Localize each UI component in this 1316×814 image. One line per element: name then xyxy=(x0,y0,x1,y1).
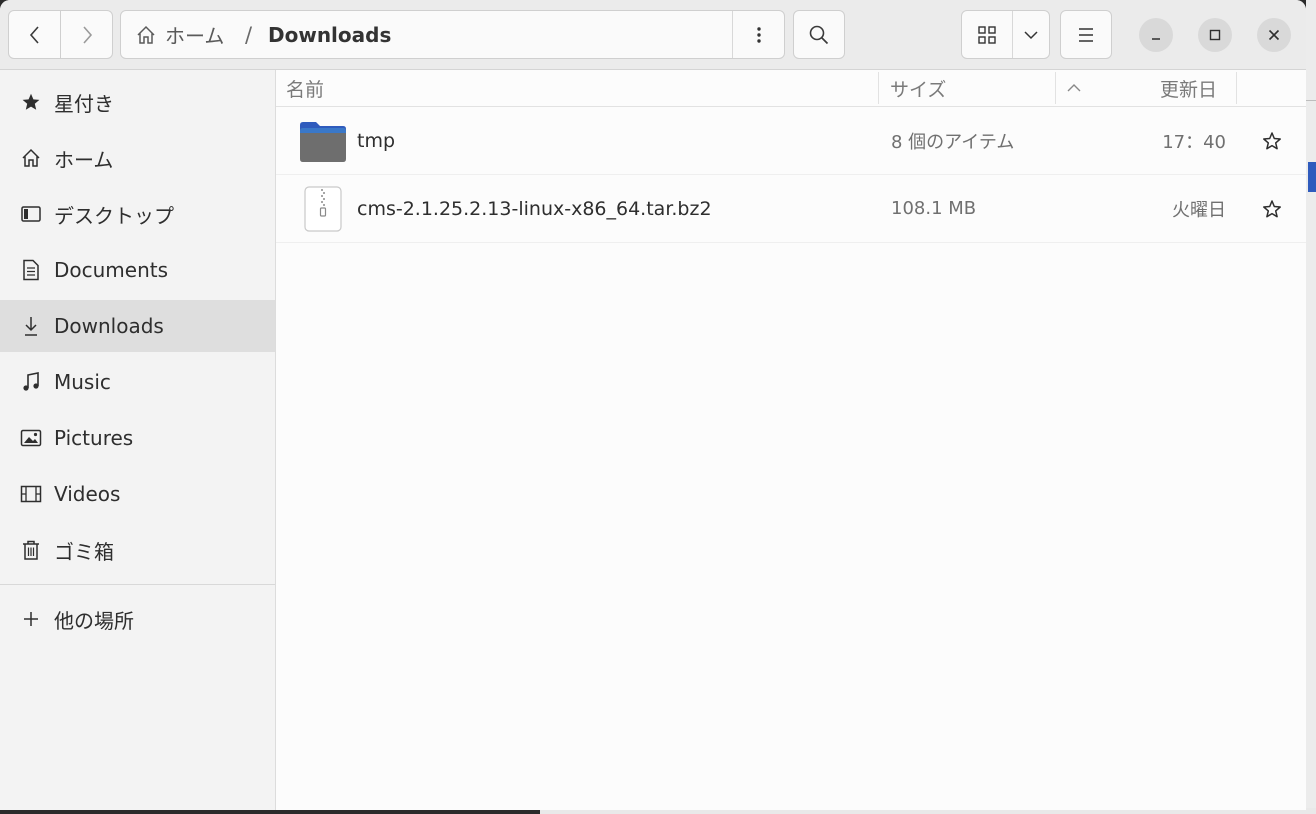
forward-button[interactable] xyxy=(60,10,113,59)
sidebar-item-pictures[interactable]: Pictures xyxy=(0,412,275,464)
home-icon xyxy=(137,25,155,44)
sidebar-item-home[interactable]: ホーム xyxy=(0,132,275,184)
sidebar-item-label: 他の場所 xyxy=(54,608,134,633)
grid-view-button[interactable] xyxy=(962,11,1014,58)
column-header-modified[interactable]: 更新日 xyxy=(1160,70,1217,106)
file-manager-window: ホーム / Downloads 星付き ホーム デスクトップ Documents… xyxy=(0,0,1306,810)
file-list-view: 名前 サイズ 更新日 tmp 8 個のアイテム 17：40 cms-2.1.25… xyxy=(276,70,1306,810)
sidebar-item-music[interactable]: Music xyxy=(0,356,275,408)
chevron-left-icon xyxy=(29,25,39,44)
folder-icon xyxy=(298,107,348,174)
view-toggle-group xyxy=(961,10,1050,59)
path-bar: ホーム / Downloads xyxy=(120,10,785,59)
sidebar-item-label: Music xyxy=(54,370,111,394)
file-modified: 火曜日 xyxy=(1172,199,1226,221)
video-icon xyxy=(20,468,42,520)
search-icon xyxy=(809,25,829,44)
sidebar-item-label: 星付き xyxy=(54,91,114,116)
trash-icon xyxy=(20,524,42,576)
grid-icon xyxy=(978,25,996,44)
sidebar-item-starred[interactable]: 星付き xyxy=(0,76,275,128)
column-separator xyxy=(1055,72,1056,104)
star-icon xyxy=(20,76,42,128)
desktop-icon xyxy=(20,188,42,240)
star-outline-icon[interactable] xyxy=(1259,107,1285,174)
chevron-right-icon xyxy=(82,25,92,44)
column-header-row: 名前 サイズ 更新日 xyxy=(276,70,1306,107)
sidebar: 星付き ホーム デスクトップ Documents Downloads Music… xyxy=(0,70,276,810)
sidebar-item-label: ホーム xyxy=(54,147,114,172)
close-button[interactable] xyxy=(1257,18,1291,52)
sidebar-item-label: デスクトップ xyxy=(54,203,174,228)
path-home-segment[interactable]: ホーム xyxy=(135,11,224,58)
sidebar-item-label: ゴミ箱 xyxy=(54,539,114,564)
sidebar-item-label: Documents xyxy=(54,258,169,282)
back-button[interactable] xyxy=(8,10,61,59)
music-icon xyxy=(20,356,42,408)
path-current-segment[interactable]: Downloads xyxy=(268,11,391,58)
search-button[interactable] xyxy=(793,10,845,59)
view-options-dropdown[interactable] xyxy=(1013,11,1049,58)
hamburger-menu-icon xyxy=(1079,27,1093,42)
sidebar-item-documents[interactable]: Documents xyxy=(0,244,275,296)
home-icon xyxy=(20,132,42,184)
maximize-button[interactable] xyxy=(1198,18,1232,52)
file-name: tmp xyxy=(357,129,396,152)
file-row[interactable]: cms-2.1.25.2.13-linux-x86_64.tar.bz2 108… xyxy=(276,175,1306,243)
close-icon xyxy=(1268,29,1280,41)
path-home-label: ホーム xyxy=(165,24,225,48)
vertical-dots-icon xyxy=(757,26,761,43)
file-size: 8 個のアイテム xyxy=(891,131,1015,153)
navigation-buttons xyxy=(8,10,113,59)
sidebar-item-trash[interactable]: ゴミ箱 xyxy=(0,524,275,576)
file-name: cms-2.1.25.2.13-linux-x86_64.tar.bz2 xyxy=(357,197,712,220)
file-row[interactable]: tmp 8 個のアイテム 17：40 xyxy=(276,107,1306,175)
download-icon xyxy=(20,300,42,352)
sidebar-item-other-locations[interactable]: 他の場所 xyxy=(0,593,275,645)
column-header-size[interactable]: サイズ xyxy=(890,70,946,106)
sidebar-item-desktop[interactable]: デスクトップ xyxy=(0,188,275,240)
sidebar-item-label: Downloads xyxy=(54,314,164,338)
file-modified: 17：40 xyxy=(1162,131,1226,153)
archive-icon xyxy=(298,175,348,242)
maximize-icon xyxy=(1209,29,1221,41)
file-size: 108.1 MB xyxy=(891,198,977,219)
desktop-background-right xyxy=(1306,0,1316,814)
chevron-down-icon xyxy=(1024,30,1038,39)
sort-ascending-icon[interactable] xyxy=(1066,70,1088,106)
plus-icon xyxy=(20,593,42,645)
document-icon xyxy=(20,244,42,296)
sidebar-item-videos[interactable]: Videos xyxy=(0,468,275,520)
main-menu-button[interactable] xyxy=(1060,10,1112,59)
star-outline-icon[interactable] xyxy=(1259,175,1285,242)
header-bar: ホーム / Downloads xyxy=(0,0,1306,70)
minimize-icon xyxy=(1152,38,1160,40)
picture-icon xyxy=(20,412,42,464)
minimize-button[interactable] xyxy=(1139,18,1173,52)
column-separator xyxy=(878,72,879,104)
sidebar-divider xyxy=(0,584,275,585)
sidebar-item-label: Videos xyxy=(54,482,121,506)
path-separator: / xyxy=(245,22,253,47)
column-header-name[interactable]: 名前 xyxy=(286,70,324,106)
path-menu-button[interactable] xyxy=(732,11,785,58)
column-separator xyxy=(1236,72,1237,104)
sidebar-item-label: Pictures xyxy=(54,426,134,450)
sidebar-item-downloads[interactable]: Downloads xyxy=(0,300,275,352)
